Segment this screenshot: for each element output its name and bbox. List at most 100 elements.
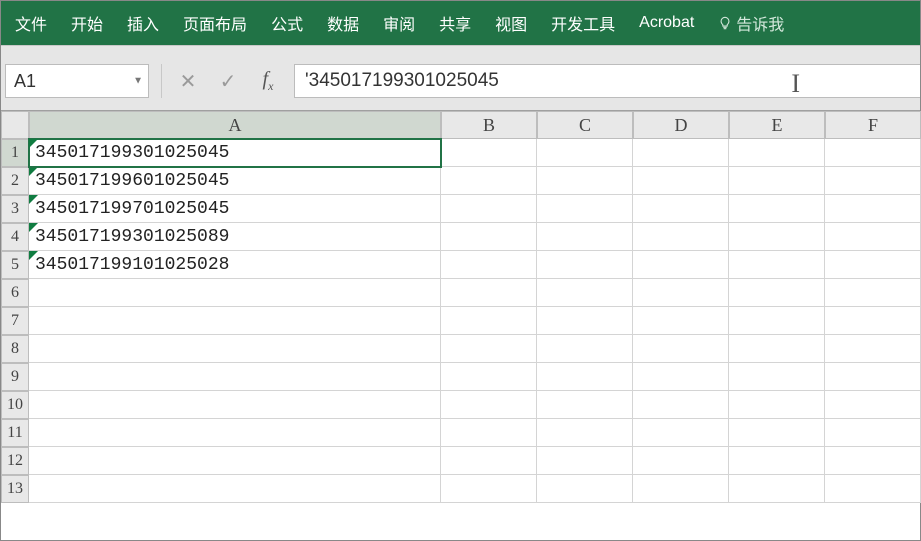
cell[interactable]: [633, 195, 729, 223]
cell[interactable]: [537, 335, 633, 363]
cell[interactable]: [29, 391, 441, 419]
row-header[interactable]: 10: [1, 391, 29, 419]
ribbon-tab-home[interactable]: 开始: [59, 1, 115, 45]
ribbon-tab-insert[interactable]: 插入: [115, 1, 171, 45]
cell[interactable]: [29, 335, 441, 363]
column-header[interactable]: B: [441, 111, 537, 139]
cell[interactable]: [825, 447, 921, 475]
cell[interactable]: [825, 363, 921, 391]
cell[interactable]: [825, 195, 921, 223]
row-header[interactable]: 2: [1, 167, 29, 195]
cell[interactable]: [729, 475, 825, 503]
cell[interactable]: [537, 419, 633, 447]
insert-function-button[interactable]: fx: [248, 64, 288, 98]
spreadsheet-grid[interactable]: ABCDEF1345017199301025045234501719960102…: [1, 111, 920, 503]
cell[interactable]: [29, 279, 441, 307]
row-header[interactable]: 11: [1, 419, 29, 447]
cell[interactable]: [633, 223, 729, 251]
cell[interactable]: [633, 391, 729, 419]
cell[interactable]: [537, 391, 633, 419]
cell[interactable]: [729, 363, 825, 391]
cell[interactable]: [441, 363, 537, 391]
cell[interactable]: [633, 475, 729, 503]
cell[interactable]: [441, 251, 537, 279]
cell[interactable]: [29, 419, 441, 447]
cell[interactable]: [537, 447, 633, 475]
column-header[interactable]: C: [537, 111, 633, 139]
cell[interactable]: [729, 195, 825, 223]
cell[interactable]: 345017199301025089: [29, 223, 441, 251]
cell[interactable]: [633, 139, 729, 167]
cell[interactable]: [537, 475, 633, 503]
cell[interactable]: [729, 335, 825, 363]
cell[interactable]: [825, 251, 921, 279]
cell[interactable]: [537, 251, 633, 279]
cell[interactable]: [729, 167, 825, 195]
cell[interactable]: [537, 195, 633, 223]
row-header[interactable]: 9: [1, 363, 29, 391]
cell[interactable]: [29, 307, 441, 335]
column-header[interactable]: F: [825, 111, 921, 139]
cell[interactable]: [825, 223, 921, 251]
cell[interactable]: [537, 307, 633, 335]
cell[interactable]: [537, 223, 633, 251]
cell[interactable]: [729, 223, 825, 251]
column-header[interactable]: A: [29, 111, 441, 139]
row-header[interactable]: 5: [1, 251, 29, 279]
cell[interactable]: [537, 167, 633, 195]
cell[interactable]: [633, 363, 729, 391]
ribbon-tab-file[interactable]: 文件: [3, 1, 59, 45]
ribbon-tab-data[interactable]: 数据: [315, 1, 371, 45]
row-header[interactable]: 4: [1, 223, 29, 251]
cell[interactable]: [825, 167, 921, 195]
cell[interactable]: [441, 167, 537, 195]
cell[interactable]: [633, 251, 729, 279]
cell[interactable]: [537, 363, 633, 391]
cell[interactable]: [441, 195, 537, 223]
cell[interactable]: [537, 279, 633, 307]
cell[interactable]: [729, 307, 825, 335]
cell[interactable]: [825, 279, 921, 307]
cell[interactable]: 345017199301025045: [29, 139, 441, 167]
cell[interactable]: [825, 139, 921, 167]
ribbon-tab-pagelayout[interactable]: 页面布局: [171, 1, 259, 45]
cancel-button[interactable]: ✕: [168, 64, 208, 98]
ribbon-tab-developer[interactable]: 开发工具: [539, 1, 627, 45]
cell[interactable]: [729, 419, 825, 447]
cell[interactable]: [729, 139, 825, 167]
ribbon-tab-view[interactable]: 视图: [483, 1, 539, 45]
ribbon-tab-formulas[interactable]: 公式: [259, 1, 315, 45]
cell[interactable]: 345017199101025028: [29, 251, 441, 279]
row-header[interactable]: 12: [1, 447, 29, 475]
cell[interactable]: [633, 279, 729, 307]
cell[interactable]: [441, 447, 537, 475]
cell[interactable]: [29, 475, 441, 503]
row-header[interactable]: 3: [1, 195, 29, 223]
confirm-button[interactable]: ✓: [208, 64, 248, 98]
ribbon-tab-review[interactable]: 审阅: [371, 1, 427, 45]
row-header[interactable]: 1: [1, 139, 29, 167]
cell[interactable]: [29, 363, 441, 391]
cell[interactable]: [825, 307, 921, 335]
tell-me-search[interactable]: 告诉我: [706, 1, 796, 45]
row-header[interactable]: 6: [1, 279, 29, 307]
cell[interactable]: [729, 279, 825, 307]
cell[interactable]: [825, 419, 921, 447]
cell[interactable]: [825, 335, 921, 363]
cell[interactable]: [825, 391, 921, 419]
cell[interactable]: [633, 419, 729, 447]
cell[interactable]: [633, 307, 729, 335]
cell[interactable]: [441, 335, 537, 363]
cell[interactable]: [729, 391, 825, 419]
cell[interactable]: [441, 139, 537, 167]
select-all-corner[interactable]: [1, 111, 29, 139]
ribbon-tab-share[interactable]: 共享: [427, 1, 483, 45]
column-header[interactable]: E: [729, 111, 825, 139]
formula-input[interactable]: [294, 64, 920, 98]
cell[interactable]: [729, 251, 825, 279]
cell[interactable]: [29, 447, 441, 475]
row-header[interactable]: 7: [1, 307, 29, 335]
cell[interactable]: [441, 475, 537, 503]
cell[interactable]: 345017199601025045: [29, 167, 441, 195]
cell[interactable]: [537, 139, 633, 167]
